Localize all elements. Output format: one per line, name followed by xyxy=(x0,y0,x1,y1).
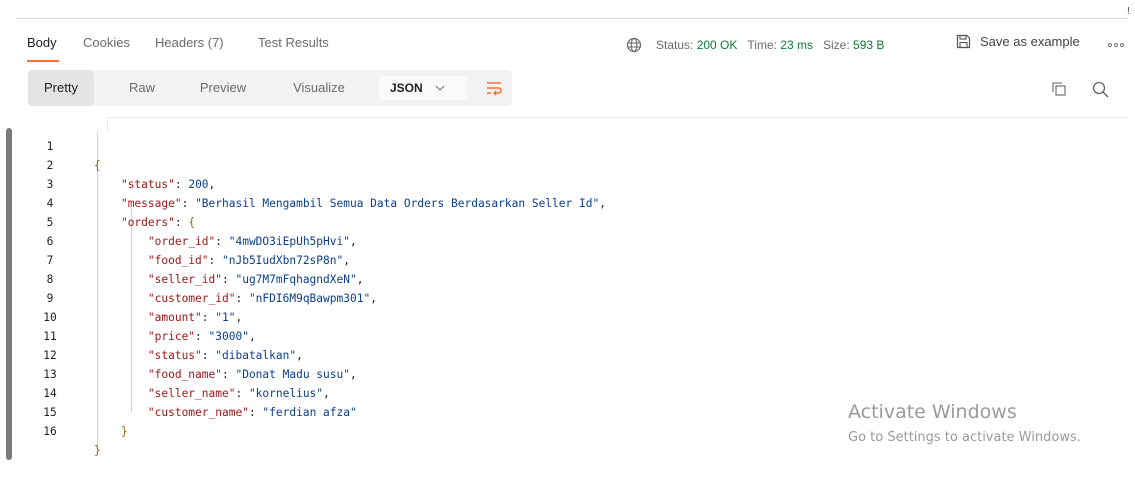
tab-body[interactable]: Body xyxy=(27,35,57,50)
format-select[interactable]: JSON xyxy=(378,76,466,100)
size-value: 593 B xyxy=(853,38,885,52)
size-label: Size: xyxy=(823,38,850,52)
wrap-lines-button[interactable] xyxy=(478,72,510,104)
code-line: 6 "food_id": "nJb5IudXbn72sP8n", xyxy=(0,213,1135,267)
response-meta: Status: 200 OK Time: 23 ms Size: 593 B xyxy=(626,34,894,56)
copy-icon[interactable] xyxy=(1052,82,1066,96)
code-line: 10 "price": "3000", xyxy=(0,289,1135,343)
code-line: 3 "message": "Berhasil Mengambil Semua D… xyxy=(0,156,1135,210)
activate-windows-watermark: Activate Windows Go to Settings to activ… xyxy=(848,400,1081,448)
time-label: Time: xyxy=(747,38,777,52)
top-divider xyxy=(16,18,1128,19)
code-line: 1 { xyxy=(0,118,1135,172)
status-label: Status: xyxy=(656,38,694,52)
code-line: 4 "orders": { xyxy=(0,175,1135,229)
code-line: 13 "seller_name": "kornelius", xyxy=(0,346,1135,400)
view-preview-button[interactable]: Preview xyxy=(188,70,258,106)
top-edge-mark: ! xyxy=(1127,6,1130,17)
more-icon[interactable] xyxy=(1108,43,1124,47)
format-select-value: JSON xyxy=(390,81,423,95)
view-pretty-button[interactable]: Pretty xyxy=(28,70,94,106)
view-toolbar: Pretty Raw Preview Visualize JSON xyxy=(0,66,1135,110)
chevron-down-icon xyxy=(435,85,445,91)
line-number: 16 xyxy=(43,425,57,438)
tab-cookies[interactable]: Cookies xyxy=(83,35,130,50)
status-stat[interactable]: Status: 200 OK xyxy=(656,38,737,52)
code-line: 7 "seller_id": "ug7M7mFqhagndXeN", xyxy=(0,232,1135,286)
tab-body-underline xyxy=(27,60,59,62)
save-as-example-label: Save as example xyxy=(980,34,1080,49)
code-line: 5 "order_id": "4mwDO3iEpUh5pHvi", xyxy=(0,194,1135,248)
tab-headers[interactable]: Headers (7) xyxy=(155,35,224,50)
time-value: 23 ms xyxy=(780,38,813,52)
wrap-lines-icon xyxy=(487,82,502,96)
save-as-example-button[interactable]: Save as example xyxy=(956,34,1080,49)
status-value: 200 OK xyxy=(696,38,738,52)
watermark-title: Activate Windows xyxy=(848,401,1017,423)
view-visualize-button[interactable]: Visualize xyxy=(280,70,358,106)
watermark-subtitle: Go to Settings to activate Windows. xyxy=(848,430,1081,445)
code-line: 11 "status": "dibatalkan", xyxy=(0,308,1135,362)
code-line: 8 "customer_id": "nFDI6M9qBawpm301", xyxy=(0,251,1135,305)
save-icon xyxy=(956,34,971,49)
code-line: 9 "amount": "1", xyxy=(0,270,1135,324)
code-line: 12 "food_name": "Donat Madu susu", xyxy=(0,327,1135,381)
time-stat[interactable]: Time: 23 ms xyxy=(747,38,813,52)
globe-icon[interactable] xyxy=(626,37,642,53)
size-stat[interactable]: Size: 593 B xyxy=(823,38,884,52)
response-tabs: Body Cookies Headers (7) Test Results St… xyxy=(0,24,1135,64)
tab-test-results[interactable]: Test Results xyxy=(258,35,329,50)
code-line: 2 "status": 200, xyxy=(0,137,1135,191)
search-icon[interactable] xyxy=(1092,81,1109,98)
code-line: 14 "customer_name": "ferdian afza" xyxy=(0,365,1135,419)
view-raw-button[interactable]: Raw xyxy=(117,70,167,106)
